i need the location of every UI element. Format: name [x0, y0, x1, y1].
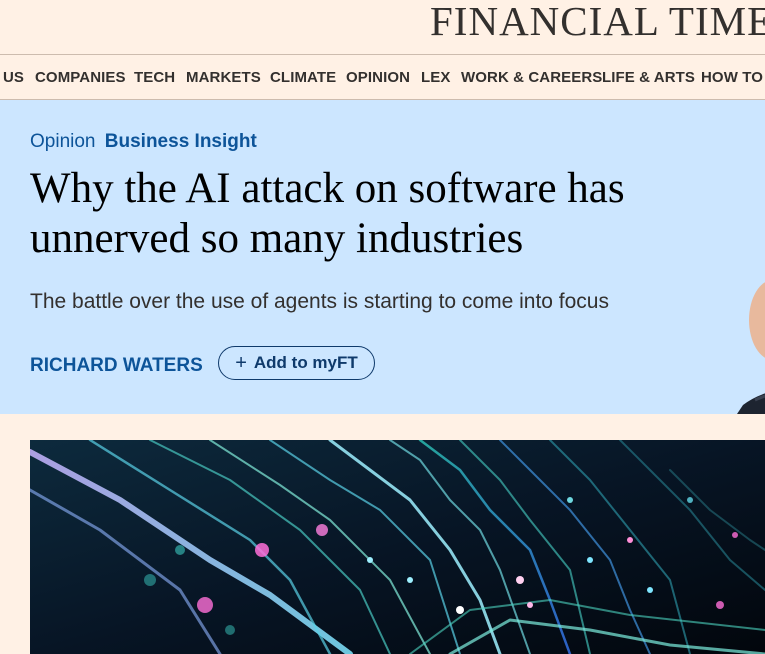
- nav-item-lex[interactable]: LEX: [421, 69, 450, 86]
- masthead: FINANCIAL TIMES: [0, 0, 765, 54]
- nav-item-climate[interactable]: CLIMATE: [270, 69, 336, 86]
- nav-item-us[interactable]: US: [3, 69, 24, 86]
- author-link[interactable]: RICHARD WATERS: [30, 355, 203, 377]
- article-lead-image: [30, 440, 765, 654]
- kicker-opinion-link[interactable]: Opinion: [30, 131, 96, 152]
- author-photo: [737, 282, 765, 414]
- nav-item-opinion[interactable]: OPINION: [346, 69, 410, 86]
- site-logo[interactable]: FINANCIAL TIMES: [430, 0, 765, 42]
- kicker-series-link[interactable]: Business Insight: [105, 131, 257, 152]
- add-to-myft-label: Add to myFT: [253, 353, 358, 372]
- nav-item-markets[interactable]: MARKETS: [186, 69, 261, 86]
- nav-item-work-careers[interactable]: WORK & CAREERS: [461, 69, 602, 86]
- article-kicker: Opinion Business Insight: [30, 131, 257, 153]
- plus-icon: +: [235, 352, 247, 374]
- article-standfirst: The battle over the use of agents is sta…: [30, 290, 609, 313]
- article-header: Opinion Business Insight Why the AI atta…: [0, 100, 765, 414]
- add-to-myft-button[interactable]: + Add to myFT: [218, 346, 375, 380]
- article-headline: Why the AI attack on software has unnerv…: [30, 165, 625, 262]
- nav-item-tech[interactable]: TECH: [134, 69, 175, 86]
- nav-item-life-arts[interactable]: LIFE & ARTS: [602, 69, 695, 86]
- nav-item-companies[interactable]: COMPANIES: [35, 69, 126, 86]
- main-nav: US COMPANIES TECH MARKETS CLIMATE OPINIO…: [0, 54, 765, 100]
- nav-item-how-to-spend-it[interactable]: HOW TO SPEND IT: [701, 69, 765, 86]
